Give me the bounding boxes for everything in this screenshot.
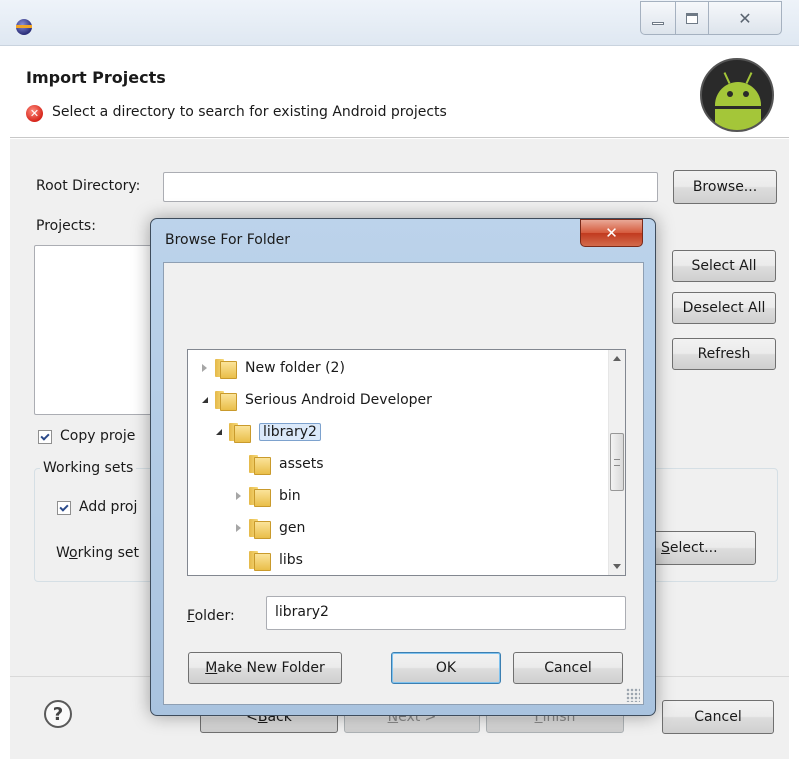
minimize-button[interactable] (640, 1, 676, 35)
tree-item-label: libs (279, 552, 303, 568)
folder-tree[interactable]: New folder (2) Serious Android Developer… (187, 349, 626, 576)
collapse-arrow-icon[interactable] (216, 429, 222, 435)
tree-item-label: bin (279, 488, 301, 504)
ok-button[interactable]: OK (391, 652, 501, 684)
wizard-banner (10, 46, 789, 138)
add-to-working-set-checkbox[interactable] (57, 501, 71, 515)
folder-icon (215, 391, 237, 411)
select-all-button[interactable]: Select All (672, 250, 776, 282)
dialog-close-button[interactable]: ✕ (580, 219, 643, 247)
eclipse-app-icon (16, 19, 32, 35)
tree-item-label: gen (279, 520, 306, 536)
tree-item-serious-android-developer[interactable]: Serious Android Developer (202, 388, 432, 412)
cancel-button[interactable]: Cancel (662, 700, 774, 734)
error-icon: ✕ (26, 105, 43, 122)
refresh-button[interactable]: Refresh (672, 338, 776, 370)
tree-item-label: assets (279, 456, 324, 472)
folder-icon (249, 519, 271, 539)
add-to-working-set-label: Add proj (79, 499, 138, 515)
tree-item-label: Serious Android Developer (245, 392, 432, 408)
tree-item-gen[interactable]: gen (236, 516, 305, 540)
tree-item-bin[interactable]: bin (236, 484, 301, 508)
folder-icon (229, 423, 251, 443)
projects-label: Projects: (36, 218, 96, 234)
expand-arrow-icon[interactable] (202, 364, 207, 372)
folder-input[interactable]: library2 (266, 596, 626, 630)
close-icon: ✕ (605, 224, 618, 242)
working-set-label: Working set (56, 545, 139, 561)
browse-button[interactable]: Browse... (673, 170, 777, 204)
resize-grip-icon[interactable] (626, 688, 640, 702)
copy-projects-checkbox[interactable] (38, 430, 52, 444)
expand-arrow-icon[interactable] (236, 492, 241, 500)
folder-label: Folder: (187, 608, 235, 624)
root-directory-input[interactable] (163, 172, 658, 202)
minimize-icon (652, 21, 664, 25)
scroll-thumb[interactable] (610, 433, 624, 491)
tree-item-new-folder-2[interactable]: New folder (2) (202, 356, 345, 380)
tree-item-label: library2 (259, 423, 321, 441)
help-icon[interactable]: ? (44, 700, 72, 728)
folder-icon (215, 359, 237, 379)
window-close-button[interactable]: ✕ (708, 1, 782, 35)
maximize-icon (686, 12, 698, 24)
working-sets-title: Working sets (40, 460, 137, 476)
collapse-arrow-icon[interactable] (202, 397, 208, 403)
folder-icon (249, 455, 271, 475)
close-icon: ✕ (738, 8, 752, 28)
scroll-up-arrow-icon[interactable] (613, 356, 621, 361)
tree-item-assets[interactable]: assets (236, 452, 324, 476)
dialog-cancel-button[interactable]: Cancel (513, 652, 623, 684)
page-title: Import Projects (26, 68, 166, 87)
maximize-button[interactable] (675, 1, 709, 35)
tree-item-libs[interactable]: libs (236, 548, 303, 572)
working-set-select-button[interactable]: Select... (650, 531, 756, 565)
folder-icon (249, 551, 271, 571)
root-directory-label: Root Directory: (36, 178, 141, 194)
scroll-down-arrow-icon[interactable] (613, 564, 621, 569)
make-new-folder-button[interactable]: Make New Folder (188, 652, 342, 684)
tree-item-label: New folder (2) (245, 360, 345, 376)
tree-item-library2[interactable]: library2 (216, 420, 321, 444)
tree-scrollbar[interactable] (608, 350, 625, 575)
folder-icon (249, 487, 271, 507)
dialog-title: Browse For Folder (165, 232, 291, 248)
copy-projects-label: Copy proje (60, 428, 136, 444)
android-logo-icon (700, 58, 774, 132)
wizard-message: Select a directory to search for existin… (52, 104, 447, 120)
projects-list[interactable] (34, 245, 164, 415)
deselect-all-button[interactable]: Deselect All (672, 292, 776, 324)
expand-arrow-icon[interactable] (236, 524, 241, 532)
